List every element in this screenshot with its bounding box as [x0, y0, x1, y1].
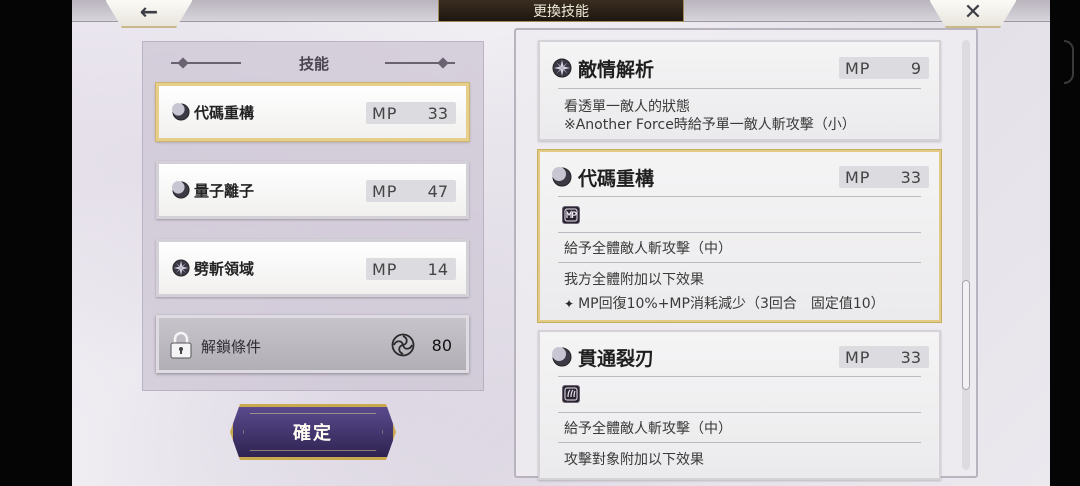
unlock-condition-slot[interactable]: 解鎖條件 80	[156, 315, 469, 373]
scrollbar-thumb[interactable]	[962, 280, 970, 390]
confirm-button[interactable]: 確定	[230, 404, 396, 460]
card-title: 敵情解析	[578, 59, 655, 81]
spiral-icon	[391, 333, 415, 357]
close-icon: ✕	[963, 0, 983, 25]
moon-orb-icon	[552, 347, 572, 367]
mp-cost: MP 33	[839, 166, 929, 188]
ornament-right	[385, 62, 455, 64]
unlock-value: 80	[431, 336, 452, 355]
claw-debuff-icon	[562, 385, 580, 403]
skill-slot-3[interactable]: 劈斬領域 MP 14	[156, 239, 469, 297]
back-button[interactable]: ←	[104, 0, 194, 28]
divider	[558, 88, 921, 89]
divider	[558, 196, 921, 197]
description-line: ※Another Force時給予單一敵人斬攻擊（小）	[564, 117, 856, 133]
mp-buff-icon	[562, 206, 580, 224]
screen-title: 更換技能	[438, 0, 684, 22]
device-bezel-left	[0, 0, 72, 486]
description-line: 看透單一敵人的狀態	[564, 99, 690, 115]
skill-name: 量子離子	[194, 182, 255, 200]
divider	[558, 262, 921, 263]
back-arrow-icon: ←	[139, 0, 159, 25]
mp-cost: MP 47	[366, 180, 456, 202]
confirm-label: 確定	[293, 423, 333, 444]
moon-orb-icon	[552, 167, 572, 187]
star-burst-icon	[552, 58, 572, 78]
skill-detail-card-1[interactable]: 敵情解析 MP 9 看透單一敵人的狀態 ※Another Force時給予單一敵…	[538, 40, 941, 141]
description-line: 我方全體附加以下效果	[564, 272, 704, 288]
unlock-label: 解鎖條件	[201, 338, 262, 356]
game-screen: ← 更換技能 ✕ 技能 代碼重構 MP 33 量子離子 MP 47 劈斬領域 M…	[72, 0, 1050, 486]
device-bezel-right	[1050, 0, 1080, 486]
mp-cost: MP 33	[839, 346, 929, 368]
skill-detail-card-3[interactable]: 貫通裂刃 MP 33 給予全體敵人斬攻擊（中） 攻擊對象附加以下效果	[538, 330, 941, 480]
divider	[558, 412, 921, 413]
scrollbar-track[interactable]	[962, 40, 970, 470]
moon-orb-icon	[172, 103, 190, 121]
skill-name: 劈斬領域	[194, 260, 255, 278]
skill-slot-2[interactable]: 量子離子 MP 47	[156, 161, 469, 219]
effect-line: ✦ MP回復10%+MP消耗減少（3回合 固定值10）	[564, 296, 885, 312]
mp-cost: MP 33	[366, 102, 456, 124]
skill-name: 代碼重構	[194, 104, 255, 122]
divider	[558, 442, 921, 443]
mp-cost: MP 9	[839, 57, 929, 79]
moon-orb-icon	[172, 181, 190, 199]
card-title: 代碼重構	[578, 168, 655, 190]
star-burst-icon	[172, 259, 190, 277]
divider	[558, 376, 921, 377]
skill-slot-1[interactable]: 代碼重構 MP 33	[156, 83, 469, 141]
description-line: 攻擊對象附加以下效果	[564, 452, 704, 468]
description-line: 給予全體敵人斬攻擊（中）	[564, 421, 732, 437]
mp-cost: MP 14	[366, 258, 456, 280]
sparkle-icon: ✦	[564, 297, 575, 311]
divider	[558, 232, 921, 233]
skill-detail-card-2[interactable]: 代碼重構 MP 33 給予全體敵人斬攻擊（中） 我方全體附加以下效果 ✦ MP回復…	[538, 150, 941, 322]
close-button[interactable]: ✕	[928, 0, 1018, 28]
lock-icon	[170, 331, 192, 359]
card-title: 貫通裂刃	[578, 348, 655, 370]
description-line: 給予全體敵人斬攻擊（中）	[564, 241, 732, 257]
